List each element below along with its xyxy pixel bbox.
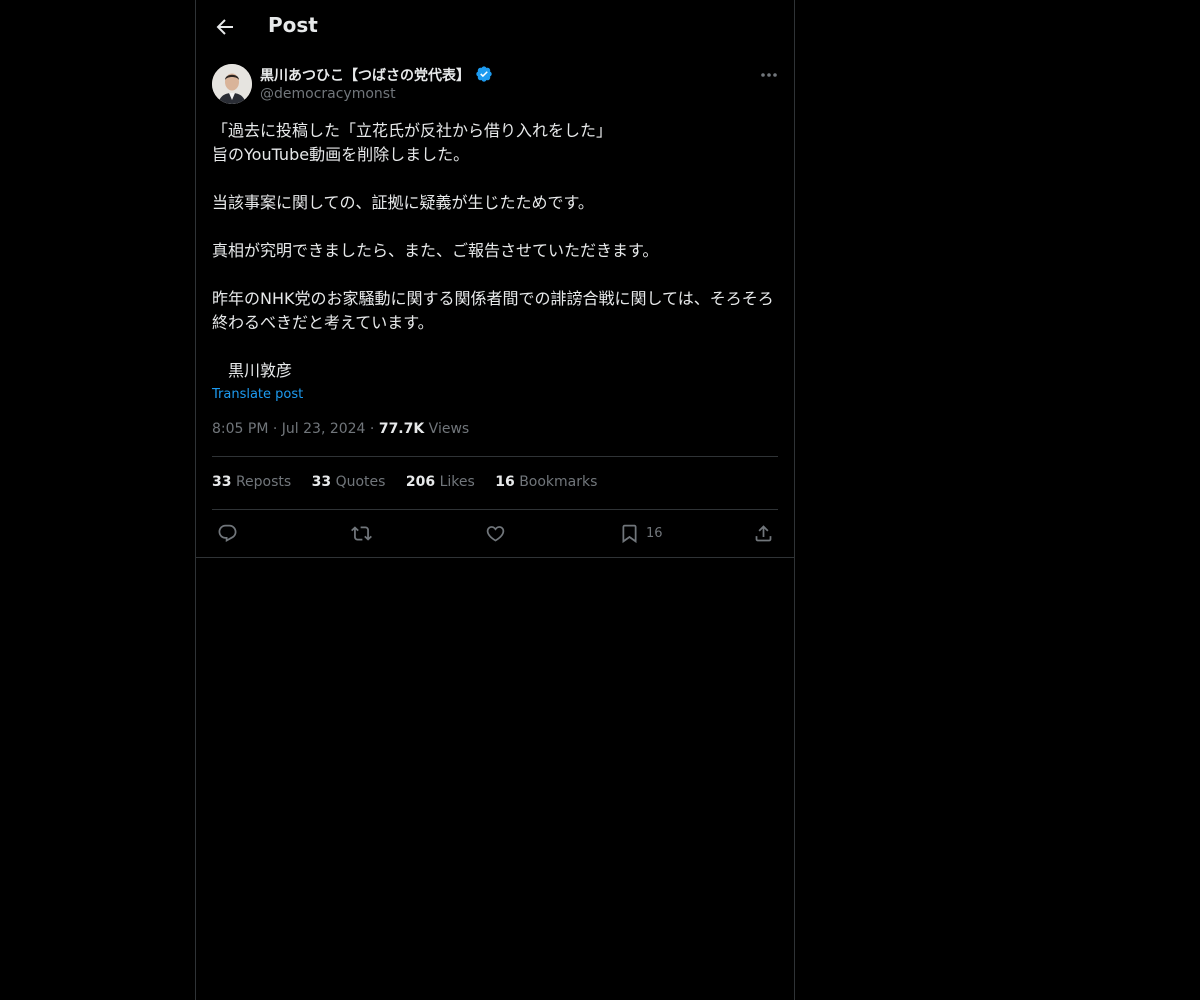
author-name-text: 黒川あつひこ【つばさの党代表】 bbox=[260, 68, 470, 84]
divider bbox=[212, 456, 778, 457]
post-column: Post 黒川あつひこ【つばさの党代表】 @democracymonst 「過去… bbox=[195, 0, 795, 1000]
reposts-label: Reposts bbox=[235, 474, 292, 490]
likes-count: 206 bbox=[405, 474, 436, 490]
back-arrow-icon[interactable] bbox=[213, 15, 237, 39]
like-button[interactable] bbox=[485, 522, 506, 544]
translate-post-link[interactable]: Translate post bbox=[212, 387, 303, 402]
quotes-stat[interactable]: 33 Quotes bbox=[312, 474, 386, 490]
heart-icon bbox=[486, 525, 505, 542]
bookmark-action-count: 16 bbox=[646, 525, 663, 541]
bookmark-icon bbox=[622, 524, 637, 543]
author-handle[interactable]: @democracymonst bbox=[260, 86, 396, 102]
post-header: Post bbox=[196, 0, 794, 54]
page-title: Post bbox=[268, 13, 318, 37]
repost-icon bbox=[351, 525, 372, 541]
post-time[interactable]: 8:05 PM bbox=[212, 421, 268, 437]
likes-label: Likes bbox=[439, 474, 475, 490]
post-meta: 8:05 PM · Jul 23, 2024 · 77.7K Views bbox=[212, 421, 469, 437]
quotes-label: Quotes bbox=[335, 474, 386, 490]
views-label: Views bbox=[428, 421, 470, 437]
post-text: 「過去に投稿した「立花氏が反社から借り入れをした」 旨のYouTube動画を削除… bbox=[212, 121, 774, 380]
reply-button[interactable] bbox=[217, 522, 238, 544]
repost-button[interactable] bbox=[351, 522, 372, 544]
quotes-count: 33 bbox=[311, 474, 332, 490]
meta-separator: · bbox=[272, 421, 282, 437]
reply-icon bbox=[218, 524, 237, 542]
post-actions: 16 bbox=[196, 510, 794, 556]
more-options-icon[interactable] bbox=[758, 65, 780, 85]
reposts-stat[interactable]: 33 Reposts bbox=[212, 474, 291, 490]
divider bbox=[196, 557, 794, 558]
bookmarks-count: 16 bbox=[495, 474, 515, 490]
post-date[interactable]: Jul 23, 2024 bbox=[282, 421, 366, 437]
share-icon bbox=[755, 524, 772, 541]
post-stats: 33 Reposts 33 Quotes 206 Likes 16 Bookma… bbox=[212, 474, 613, 490]
views-count: 77.7K bbox=[378, 421, 425, 437]
reposts-count: 33 bbox=[212, 474, 232, 490]
bookmark-button[interactable]: 16 bbox=[619, 522, 663, 544]
meta-separator: · bbox=[369, 421, 379, 437]
verified-badge-icon bbox=[476, 66, 492, 82]
bookmarks-label: Bookmarks bbox=[519, 474, 598, 490]
bookmarks-stat[interactable]: 16 Bookmarks bbox=[495, 474, 597, 490]
author-display-name[interactable]: 黒川あつひこ【つばさの党代表】 bbox=[260, 65, 493, 85]
share-button[interactable] bbox=[753, 522, 774, 544]
avatar[interactable] bbox=[212, 64, 252, 104]
likes-stat[interactable]: 206 Likes bbox=[406, 474, 475, 490]
